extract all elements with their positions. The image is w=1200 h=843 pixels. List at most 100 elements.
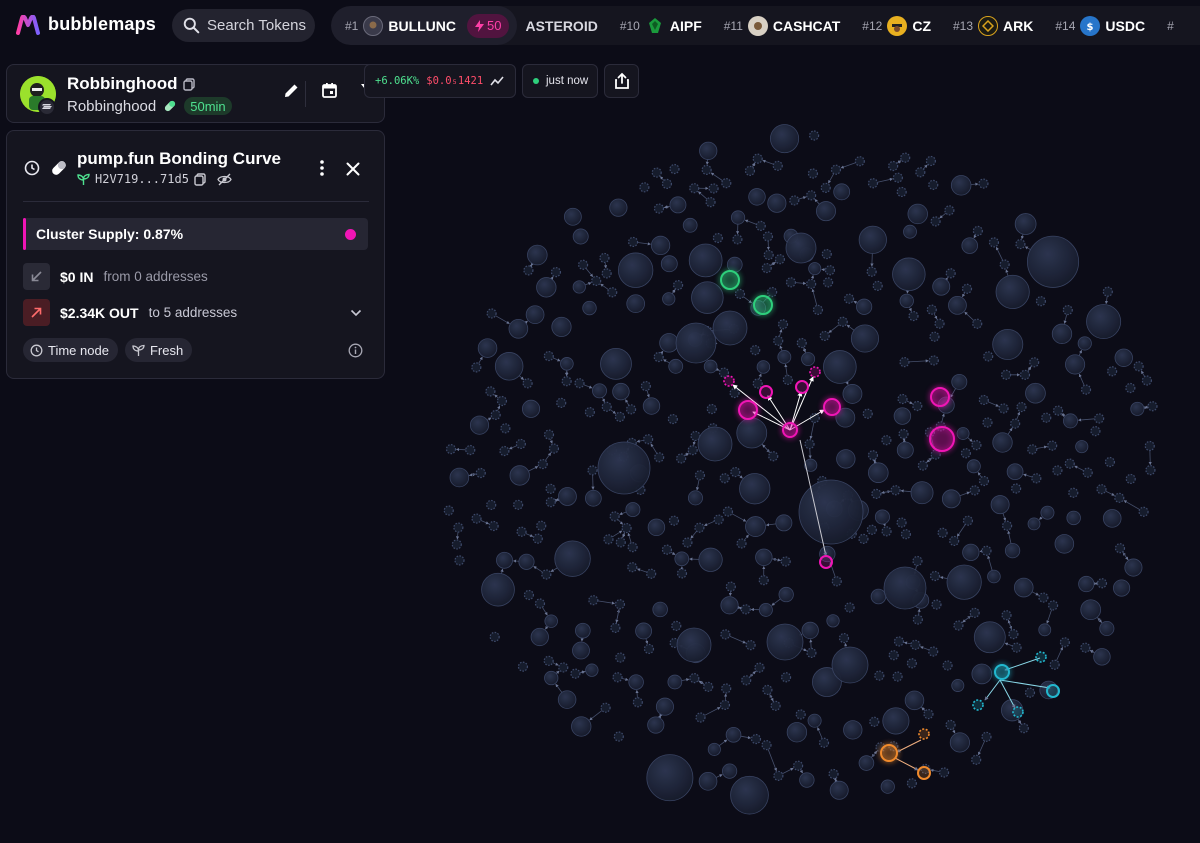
holder-bubble[interactable]	[869, 716, 880, 727]
holder-bubble[interactable]	[705, 196, 716, 208]
holder-bubble[interactable]	[843, 293, 855, 304]
holder-bubble[interactable]	[1112, 579, 1131, 597]
holder-bubble[interactable]	[893, 636, 905, 647]
holder-bubble[interactable]	[809, 412, 820, 424]
holder-bubble[interactable]	[854, 156, 865, 167]
holder-bubble[interactable]	[1062, 304, 1073, 316]
holder-bubble[interactable]	[961, 283, 973, 294]
app-logo[interactable]: bubblemaps	[16, 14, 156, 35]
holder-bubble[interactable]	[831, 646, 869, 684]
holder-bubble[interactable]	[600, 702, 611, 713]
holder-bubble[interactable]	[750, 733, 762, 745]
holder-bubble[interactable]	[736, 417, 768, 449]
holder-bubble[interactable]	[534, 598, 546, 609]
holder-bubble[interactable]	[818, 737, 830, 748]
holder-bubble[interactable]	[806, 190, 817, 201]
holder-bubble[interactable]	[676, 568, 688, 579]
holder-bubble[interactable]	[469, 415, 490, 435]
cluster-bubble[interactable]	[1035, 651, 1047, 663]
holder-bubble[interactable]	[1096, 578, 1108, 589]
holder-bubble[interactable]	[694, 522, 705, 533]
holder-bubble[interactable]	[1038, 592, 1049, 603]
holder-bubble[interactable]	[729, 387, 740, 399]
holder-bubble[interactable]	[925, 155, 936, 167]
holder-bubble[interactable]	[960, 448, 971, 459]
holder-bubble[interactable]	[981, 545, 992, 556]
holder-bubble[interactable]	[777, 319, 789, 330]
holder-bubble[interactable]	[1080, 599, 1102, 621]
holder-bubble[interactable]	[517, 661, 529, 672]
holder-bubble[interactable]	[722, 506, 734, 517]
holder-bubble[interactable]	[1038, 623, 1052, 637]
holder-bubble[interactable]	[612, 382, 630, 401]
holder-bubble[interactable]	[543, 350, 554, 362]
holder-bubble[interactable]	[719, 699, 731, 711]
holder-bubble[interactable]	[695, 712, 706, 723]
holder-bubble[interactable]	[762, 231, 774, 242]
calendar-button[interactable]	[320, 81, 338, 99]
holder-bubble[interactable]	[615, 652, 626, 663]
holder-bubble[interactable]	[591, 275, 602, 287]
holder-bubble[interactable]	[988, 237, 1000, 248]
holder-bubble[interactable]	[782, 374, 793, 385]
holder-bubble[interactable]	[499, 445, 510, 457]
holder-bubble[interactable]	[668, 358, 684, 374]
holder-bubble[interactable]	[868, 462, 889, 483]
holder-bubble[interactable]	[780, 672, 792, 683]
cluster-bubble[interactable]	[918, 728, 930, 740]
tag-time-node[interactable]: Time node	[23, 338, 118, 362]
holder-bubble[interactable]	[627, 562, 638, 573]
holder-bubble[interactable]	[672, 280, 684, 291]
close-panel-button[interactable]	[346, 162, 360, 176]
holder-bubble[interactable]	[509, 465, 530, 486]
holder-bubble[interactable]	[603, 534, 614, 545]
holder-bubble[interactable]	[688, 243, 723, 278]
holder-bubble[interactable]	[550, 267, 562, 278]
holder-bubble[interactable]	[730, 775, 769, 815]
tag-fresh[interactable]: Fresh	[124, 338, 193, 362]
holder-bubble[interactable]	[838, 632, 850, 644]
holder-bubble[interactable]	[1090, 426, 1101, 437]
holder-bubble[interactable]	[1027, 517, 1041, 531]
holder-bubble[interactable]	[1093, 648, 1111, 666]
holder-bubble[interactable]	[600, 347, 632, 380]
holder-bubble[interactable]	[866, 266, 877, 277]
ticker-item-aipf[interactable]: #10 AIPF	[620, 16, 702, 36]
holder-bubble[interactable]	[609, 511, 620, 522]
holder-bubble[interactable]	[1133, 361, 1144, 372]
holder-bubble[interactable]	[897, 393, 908, 405]
holder-bubble[interactable]	[866, 524, 877, 535]
holder-bubble[interactable]	[489, 631, 500, 642]
holder-bubble[interactable]	[773, 770, 784, 781]
holder-bubble[interactable]	[662, 292, 676, 306]
holder-bubble[interactable]	[881, 526, 892, 537]
holder-bubble[interactable]	[653, 203, 665, 214]
ticker-item-usdc[interactable]: #14 $ USDC	[1055, 15, 1145, 36]
holder-bubble[interactable]	[627, 236, 639, 248]
holder-bubble[interactable]	[494, 352, 524, 381]
holder-bubble[interactable]	[1024, 687, 1036, 698]
holder-bubble[interactable]	[831, 576, 842, 587]
holder-bubble[interactable]	[770, 700, 781, 711]
holder-bubble[interactable]	[701, 164, 712, 175]
holder-bubble[interactable]	[896, 441, 914, 459]
holder-bubble[interactable]	[804, 439, 815, 450]
ticker-item-cz[interactable]: #12 CZ	[862, 15, 931, 36]
holder-bubble[interactable]	[1014, 213, 1037, 235]
holder-bubble[interactable]	[850, 324, 879, 353]
holder-bubble[interactable]	[806, 647, 817, 658]
holder-bubble[interactable]	[1107, 366, 1118, 377]
holder-bubble[interactable]	[639, 182, 650, 193]
holder-bubble[interactable]	[824, 265, 836, 276]
holder-bubble[interactable]	[697, 426, 733, 462]
holder-bubble[interactable]	[874, 670, 885, 681]
holder-bubble[interactable]	[591, 383, 607, 399]
holder-bubble[interactable]	[525, 305, 545, 324]
holder-bubble[interactable]	[527, 244, 548, 266]
holder-bubble[interactable]	[490, 409, 501, 420]
holder-bubble[interactable]	[1125, 382, 1136, 394]
holder-bubble[interactable]	[966, 459, 981, 474]
holder-bubble[interactable]	[923, 709, 934, 720]
holder-bubble[interactable]	[744, 165, 756, 176]
holder-bubble[interactable]	[858, 225, 887, 254]
